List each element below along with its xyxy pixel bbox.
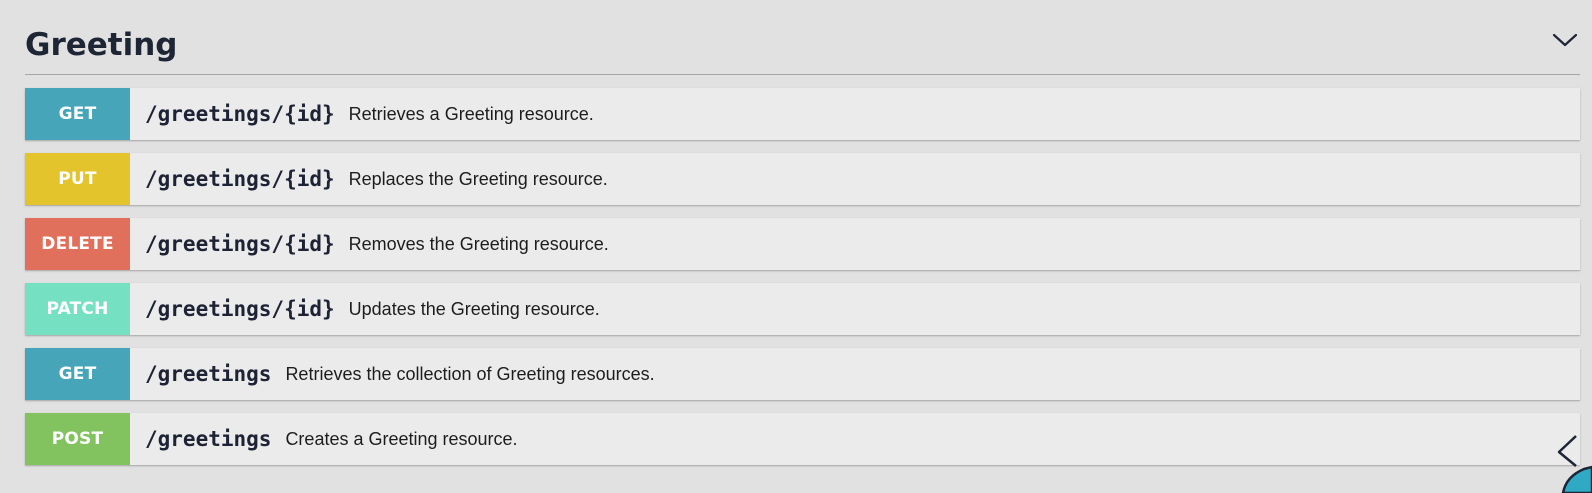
operation-get-greetings-collection[interactable]: GET /greetings Retrieves the collection … — [25, 348, 1580, 400]
operations-section: Greeting GET /greetings/{id} Retrieves a… — [25, 0, 1580, 478]
operation-put-greeting[interactable]: PUT /greetings/{id} Replaces the Greetin… — [25, 153, 1580, 205]
operation-description: Retrieves a Greeting resource. — [348, 103, 594, 124]
operation-description: Removes the Greeting resource. — [348, 233, 609, 254]
method-badge: DELETE — [25, 218, 130, 270]
operation-path: /greetings — [145, 427, 272, 451]
operation-get-greeting[interactable]: GET /greetings/{id} Retrieves a Greeting… — [25, 88, 1580, 140]
method-badge: GET — [25, 88, 130, 140]
operation-path: /greetings/{id} — [145, 297, 335, 321]
operation-path: /greetings/{id} — [145, 167, 335, 191]
operation-path: /greetings — [145, 362, 272, 386]
method-badge: PUT — [25, 153, 130, 205]
operation-path: /greetings/{id} — [145, 232, 335, 256]
section-title: Greeting — [25, 27, 178, 63]
operation-description: Updates the Greeting resource. — [348, 298, 600, 319]
method-badge: PATCH — [25, 283, 130, 335]
mascot-illustration — [1557, 435, 1592, 493]
operation-post-greeting[interactable]: POST /greetings Creates a Greeting resou… — [25, 413, 1580, 465]
operation-delete-greeting[interactable]: DELETE /greetings/{id} Removes the Greet… — [25, 218, 1580, 270]
operation-description: Replaces the Greeting resource. — [348, 168, 608, 189]
operations-list: GET /greetings/{id} Retrieves a Greeting… — [25, 88, 1580, 465]
chevron-down-icon[interactable] — [1550, 26, 1580, 54]
operation-path: /greetings/{id} — [145, 102, 335, 126]
operation-description: Creates a Greeting resource. — [285, 428, 518, 449]
method-badge: GET — [25, 348, 130, 400]
operation-description: Retrieves the collection of Greeting res… — [285, 363, 655, 384]
section-header[interactable]: Greeting — [25, 0, 1580, 75]
operation-patch-greeting[interactable]: PATCH /greetings/{id} Updates the Greeti… — [25, 283, 1580, 335]
method-badge: POST — [25, 413, 130, 465]
